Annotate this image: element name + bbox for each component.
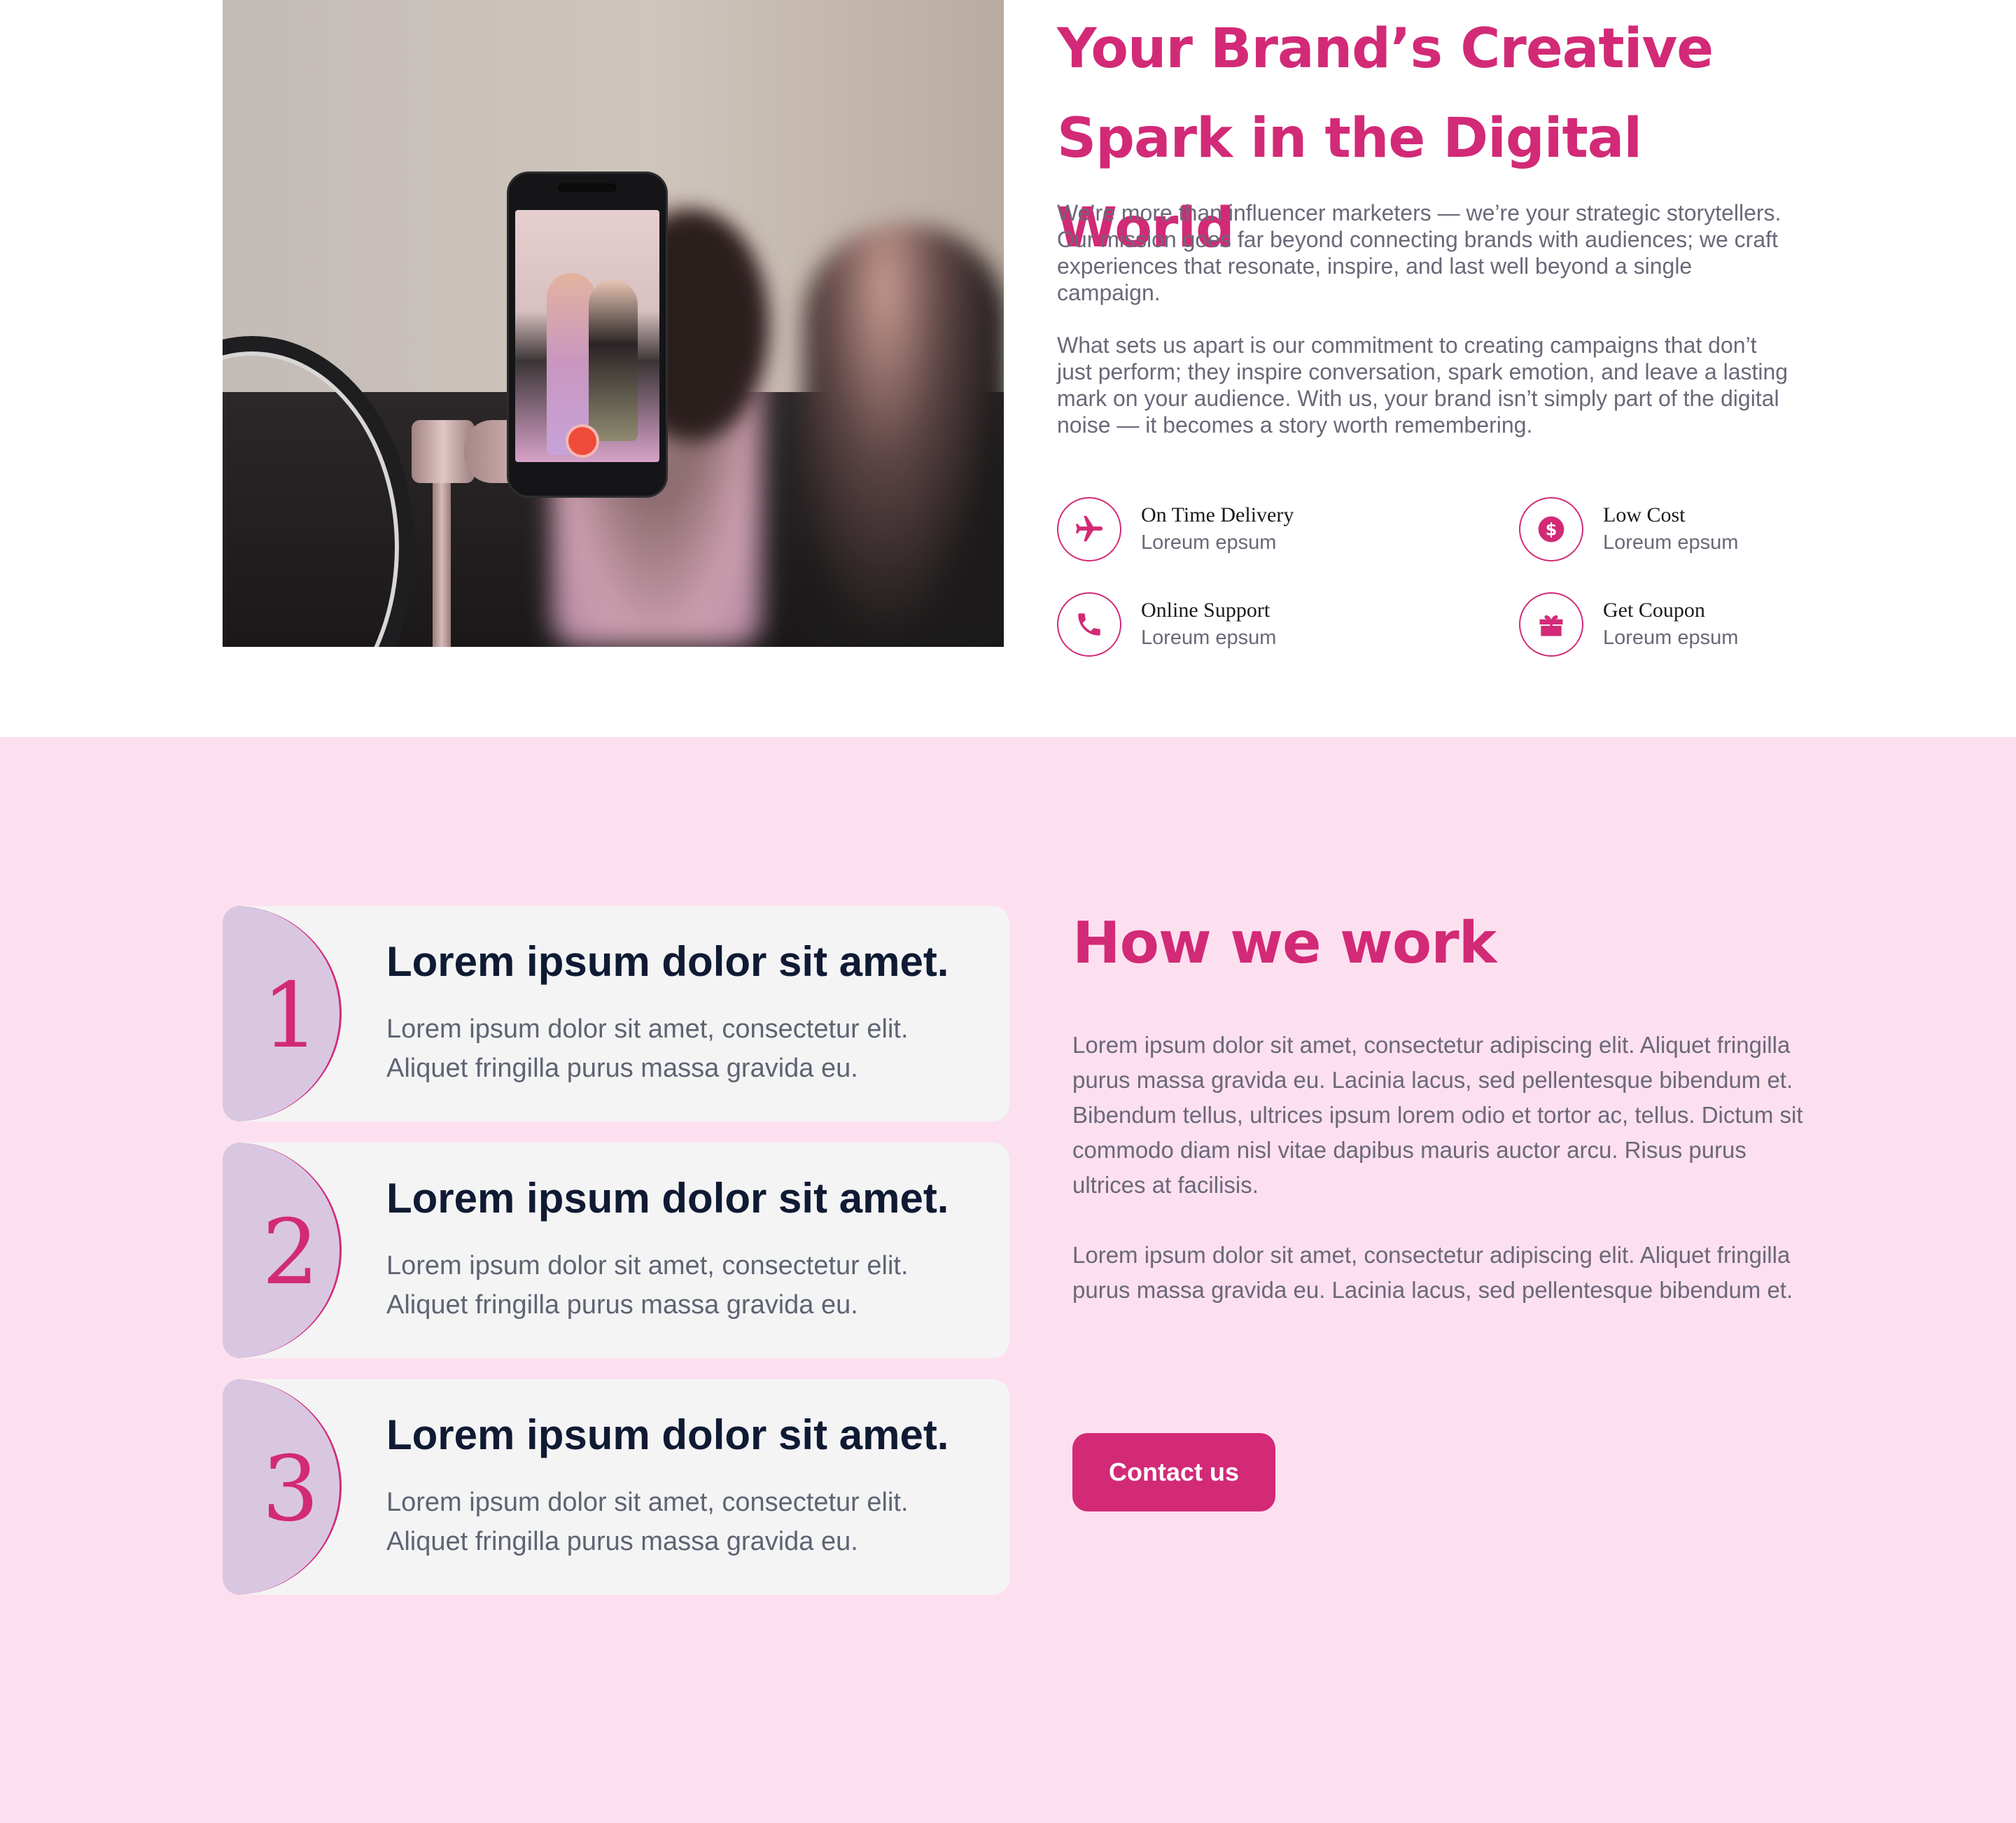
airplane-icon [1057,497,1121,561]
feature-title: Online Support [1141,599,1270,622]
feature-subtitle: Loreum epsum [1603,531,1739,554]
feature-online-support: Online Support Loreum epsum [1057,592,1449,662]
feature-title: Get Coupon [1603,599,1705,622]
step-title: Lorem ipsum dolor sit amet. [386,1411,949,1458]
phone-on-tripod [509,174,666,496]
about-paragraph-2: What sets us apart is our commitment to … [1057,333,1788,438]
dollar-icon: $ [1519,497,1583,561]
step-description: Lorem ipsum dolor sit amet, consectetur … [386,1014,909,1083]
step-title: Lorem ipsum dolor sit amet. [386,938,949,985]
how-we-work-title: How we work [1072,910,1497,977]
feature-low-cost: $ Low Cost Loreum epsum [1519,497,1911,567]
how-we-work-paragraph-2: Lorem ipsum dolor sit amet, consectetur … [1072,1242,1793,1303]
about-section: Your Brand’s Creative Spark in the Digit… [0,0,2016,737]
phone-icon [1057,592,1121,657]
step-card-2: 2 Lorem ipsum dolor sit amet. Lorem ipsu… [223,1143,1009,1358]
contact-us-button[interactable]: Contact us [1072,1433,1275,1511]
record-button-icon [568,427,596,455]
step-number: 3 [262,1437,319,1542]
feature-subtitle: Loreum epsum [1141,627,1277,649]
svg-text:$: $ [1546,519,1558,539]
step-description: Lorem ipsum dolor sit amet, consectetur … [386,1251,909,1320]
how-we-work-paragraph-1: Lorem ipsum dolor sit amet, consectetur … [1072,1032,1803,1198]
feature-subtitle: Loreum epsum [1141,531,1277,554]
gift-icon [1519,592,1583,657]
step-title: Lorem ipsum dolor sit amet. [386,1175,949,1222]
feature-subtitle: Loreum epsum [1603,627,1739,649]
feature-title: Low Cost [1603,503,1686,526]
step-card-1: 1 Lorem ipsum dolor sit amet. Lorem ipsu… [223,906,1009,1122]
feature-title: On Time Delivery [1141,503,1294,526]
step-number: 2 [262,1201,319,1305]
about-paragraph-1: We’re more than influencer marketers — w… [1057,200,1782,305]
feature-on-time-delivery: On Time Delivery Loreum epsum [1057,497,1449,567]
step-card-3: 3 Lorem ipsum dolor sit amet. Lorem ipsu… [223,1379,1009,1595]
step-description: Lorem ipsum dolor sit amet, consectetur … [386,1488,909,1556]
step-number: 1 [262,964,319,1068]
feature-get-coupon: Get Coupon Loreum epsum [1519,592,1911,662]
influencer-photo [223,0,1004,647]
